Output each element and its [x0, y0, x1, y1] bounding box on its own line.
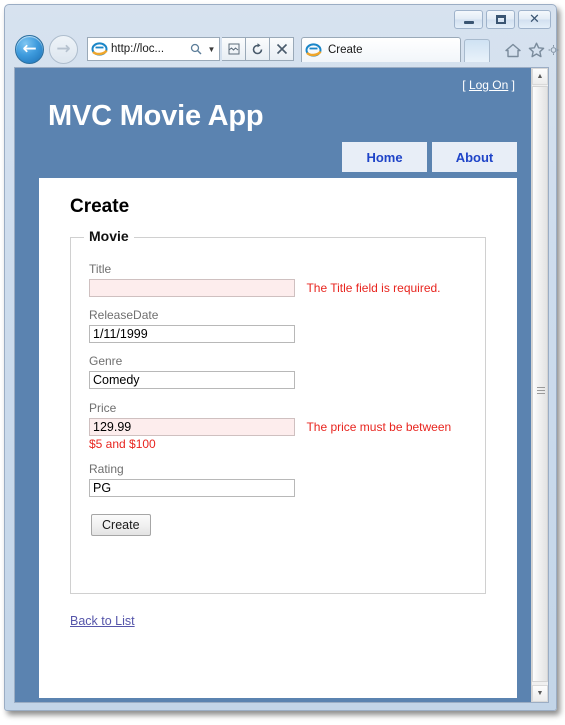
genre-input[interactable] [89, 371, 295, 390]
label-genre: Genre [89, 354, 123, 369]
scroll-up-button[interactable]: ▲ [532, 68, 548, 85]
arrow-right-icon: → [56, 39, 71, 59]
scrollbar-grip-icon [537, 387, 545, 394]
price-input[interactable] [89, 417, 295, 436]
refresh-icon [252, 42, 263, 54]
title-error-message: The Title field is required. [306, 281, 441, 295]
window-controls: ✕ [454, 10, 551, 29]
logon-bracket-open: [ [462, 78, 469, 92]
field-row-release-date [89, 325, 469, 344]
triangle-down-icon: ▼ [536, 690, 544, 697]
create-submit-button[interactable]: Create [91, 514, 151, 537]
site-header: [ Log On ] MVC Movie App Home About [39, 76, 517, 178]
close-button[interactable]: ✕ [518, 10, 551, 29]
label-release-date: ReleaseDate [89, 308, 159, 323]
close-icon: ✕ [529, 12, 540, 27]
forward-button[interactable]: → [49, 35, 78, 64]
field-row-title: The Title field is required. [89, 279, 469, 297]
vertical-scrollbar[interactable]: ▲ ▼ [531, 68, 548, 702]
tab-label: Create [328, 44, 363, 56]
triangle-up-icon: ▲ [536, 73, 544, 80]
field-row-rating [89, 478, 469, 497]
main-content: Create Movie Title The Title field is re… [39, 178, 517, 698]
title-bar: ✕ [5, 5, 556, 33]
back-to-list-link[interactable]: Back to List [70, 614, 135, 628]
field-row-genre [89, 371, 469, 390]
compatibility-view-button[interactable] [222, 37, 246, 61]
menu-item-about[interactable]: About [432, 142, 517, 172]
refresh-button[interactable] [246, 37, 270, 61]
fieldset-legend: Movie [84, 228, 134, 244]
arrow-left-icon: ← [22, 39, 37, 59]
minimize-button[interactable] [454, 10, 483, 29]
search-icon[interactable] [188, 43, 204, 55]
tools-icon[interactable] [548, 39, 559, 61]
scroll-down-button[interactable]: ▼ [532, 685, 548, 702]
create-movie-form: Title The Title field is required. Relea… [89, 262, 469, 537]
browser-window: ✕ ← → http://loc... ▼ Create [Log On] … [4, 4, 559, 711]
label-rating: Rating [89, 461, 124, 476]
address-bar[interactable]: http://loc... ▼ [87, 37, 220, 61]
home-icon[interactable] [502, 39, 524, 61]
movie-fieldset: Movie Title The Title field is required.… [70, 228, 486, 594]
rating-input[interactable] [89, 478, 295, 497]
main-menu: Home About [337, 142, 517, 172]
minimize-icon [463, 20, 474, 24]
broken-page-icon [228, 43, 239, 55]
stop-button[interactable] [270, 37, 294, 61]
back-button[interactable]: ← [15, 35, 44, 64]
price-error-message-line2: $5 and $100 [89, 436, 156, 451]
browser-tab[interactable]: Create [301, 37, 461, 62]
log-on-link[interactable]: Log On [469, 78, 508, 92]
address-url-text: http://loc... [111, 43, 165, 55]
maximize-icon [495, 15, 506, 24]
page-viewport: [ Log On ] MVC Movie App Home About Crea… [14, 67, 549, 703]
site-title: MVC Movie App [48, 100, 264, 132]
field-row-price: The price must be between $5 and $100 [89, 417, 469, 451]
logon-area: [ Log On ] [462, 78, 515, 92]
title-input[interactable] [89, 279, 295, 297]
logon-bracket-close: ] [508, 78, 515, 92]
scrollbar-thumb[interactable] [532, 86, 548, 682]
new-tab-button[interactable] [464, 39, 490, 62]
label-price: Price [89, 400, 117, 415]
release-date-input[interactable] [89, 325, 295, 344]
label-title: Title [89, 262, 112, 276]
internet-explorer-icon [91, 41, 108, 57]
web-page-body: [ Log On ] MVC Movie App Home About Crea… [15, 68, 533, 702]
close-x-icon [276, 43, 287, 55]
chevron-down-icon[interactable]: ▼ [204, 45, 219, 54]
price-error-message: The price must be between [306, 419, 452, 434]
tab-internet-explorer-icon [305, 42, 322, 58]
page-title: Create [70, 196, 130, 217]
browser-toolbar: ← → http://loc... ▼ Create [5, 33, 559, 67]
favorites-icon[interactable] [525, 39, 547, 61]
menu-item-home[interactable]: Home [342, 142, 427, 172]
maximize-button[interactable] [486, 10, 515, 29]
